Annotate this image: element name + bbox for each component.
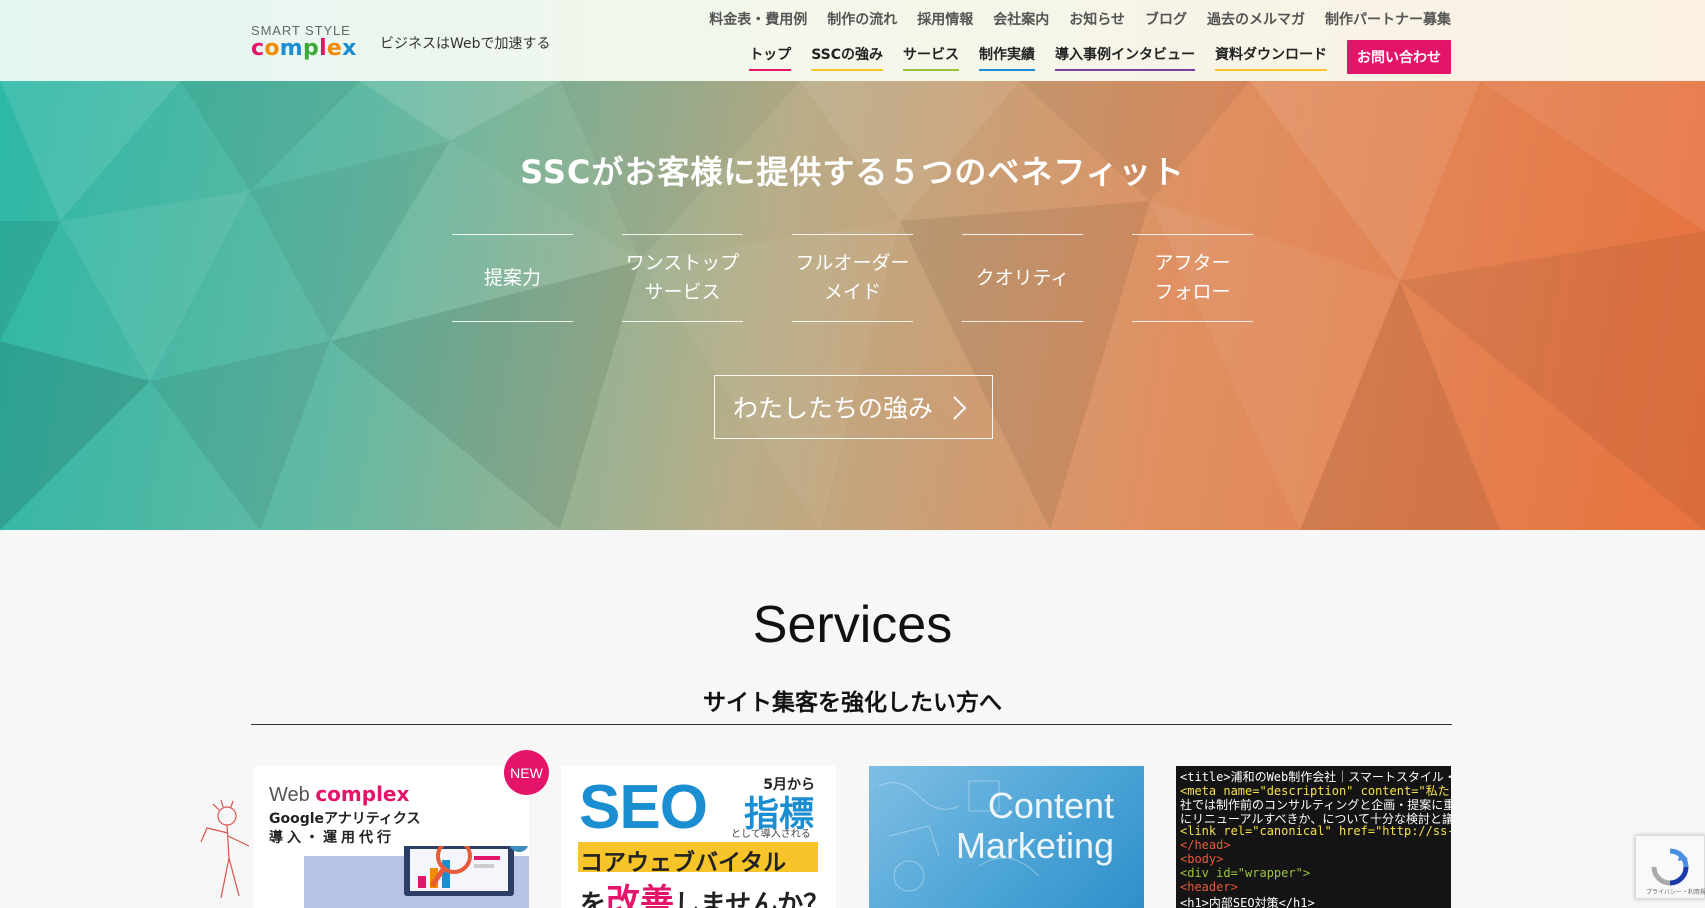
top-nav: 料金表・費用例 制作の流れ 採用情報 会社案内 お知らせ ブログ 過去のメルマガ 制作パートナ… (709, 9, 1451, 29)
card2-last-suffix: しませんか？ (674, 890, 830, 908)
card2-last-line: を改善しませんか？ (580, 874, 829, 908)
main-nav-link[interactable]: サービス (903, 44, 959, 71)
logo-letter: p (303, 36, 320, 61)
code-line: <body> (1180, 852, 1224, 866)
code-line: <link rel="canonical" href="http://ss-co… (1180, 824, 1451, 838)
logo-letter: o (264, 36, 280, 61)
main-nav-link[interactable]: 資料ダウンロード (1215, 44, 1327, 71)
logo-letter: m (279, 36, 303, 61)
new-badge: NEW (504, 750, 549, 795)
card1-line2: 導入・運用代行 (269, 830, 395, 846)
service-card-internal-seo[interactable]: <title>浦和のWeb制作会社｜スマートスタイル・コンプレックス<meta … (1176, 766, 1451, 908)
main-nav-link[interactable]: 制作実績 (979, 44, 1035, 71)
service-card-analytics[interactable]: Web complex Googleアナリティクス 導入・運用代行 (254, 766, 529, 908)
logo-letter: c (251, 36, 265, 61)
services-divider (251, 724, 1452, 725)
benefit-item: ワンストップ サービス (622, 234, 743, 322)
code-line: </head> (1180, 838, 1231, 852)
code-line: <header> (1180, 880, 1238, 894)
code-line: <h1>内部SEO対策</h1> (1180, 896, 1315, 908)
site-logo[interactable]: SMART STYLE complex (251, 24, 361, 64)
code-line: <div id="wrapper"> (1180, 866, 1311, 880)
recaptcha-text: プライバシー・利用規約 (1646, 889, 1705, 896)
chevron-right-icon (953, 396, 967, 420)
site-tagline: ビジネスはWebで加速する (380, 36, 551, 52)
services-title: Services (752, 596, 953, 654)
logo-main-text: complex (251, 38, 361, 60)
card3-text: Content Marketing (955, 785, 1114, 866)
service-card-core-web-vitals[interactable]: 5月から SEO 指標 として導入される コアウェブバイタル を改善しませんか？ (561, 766, 836, 908)
main-nav-link[interactable]: トップ (749, 44, 792, 71)
main-nav: トップ SSCの強み サービス 制作実績 導入事例インタビュー 資料ダウンロード お問い合わ… (749, 40, 1451, 74)
our-strengths-label: わたしたちの強み (733, 394, 934, 423)
recaptcha-badge[interactable]: プライバシー・利用規約 (1635, 835, 1705, 899)
card2-small-text: として導入される (731, 829, 811, 840)
site-header: SMART STYLE complex ビジネスはWebで加速する 料金表・費用… (0, 0, 1705, 81)
main-nav-link[interactable]: 導入事例インタビュー (1055, 44, 1195, 71)
sketch-figure-illustration (200, 799, 250, 899)
top-nav-link[interactable]: 料金表・費用例 (709, 9, 807, 29)
top-nav-link[interactable]: 採用情報 (917, 9, 973, 29)
our-strengths-button[interactable]: わたしたちの強み (714, 375, 993, 439)
card2-seo: SEO (579, 773, 708, 842)
benefit-list: 提案力 ワンストップ サービス フルオーダー メイド クオリティ アフター フォロー (452, 234, 1253, 322)
card1-brand-name: complex (315, 782, 410, 806)
benefit-item: クオリティ (962, 234, 1083, 322)
hero-title: SSCがお客様に提供する５つのベネフィット (520, 153, 1185, 191)
benefit-item: フルオーダー メイド (792, 234, 913, 322)
top-nav-link[interactable]: 会社案内 (993, 9, 1049, 29)
contact-button[interactable]: お問い合わせ (1347, 40, 1451, 74)
logo-letter: l (319, 36, 327, 61)
logo-letter: x (342, 36, 357, 61)
recaptcha-icon (1651, 848, 1689, 886)
service-card-content-marketing[interactable]: Content Marketing (869, 766, 1144, 908)
card2-cwv: コアウェブバイタル (580, 850, 787, 876)
top-nav-link[interactable]: 制作の流れ (827, 9, 897, 29)
top-nav-link[interactable]: 制作パートナー募集 (1325, 9, 1451, 29)
card1-brand-prefix: Web (269, 784, 310, 806)
card1-line1: Googleアナリティクス (269, 811, 421, 827)
top-nav-link[interactable]: 過去のメルマガ (1207, 9, 1305, 29)
card1-brand: Web complex (269, 782, 409, 807)
laptop-chart-illustration (304, 846, 529, 908)
services-subtitle: サイト集客を強化したい方へ (703, 690, 1002, 716)
benefit-item: 提案力 (452, 234, 573, 322)
top-nav-link[interactable]: ブログ (1145, 9, 1187, 29)
benefit-item: アフター フォロー (1132, 234, 1253, 322)
card2-last-red: 改善 (606, 882, 675, 908)
main-nav-link[interactable]: SSCの強み (811, 44, 883, 71)
card2-last-prefix: を (580, 890, 607, 908)
logo-letter: e (326, 36, 343, 61)
top-nav-link[interactable]: お知らせ (1069, 9, 1125, 29)
hero-section: SSCがお客様に提供する５つのベネフィット 提案力 ワンストップ サービス フルオー… (0, 81, 1705, 530)
